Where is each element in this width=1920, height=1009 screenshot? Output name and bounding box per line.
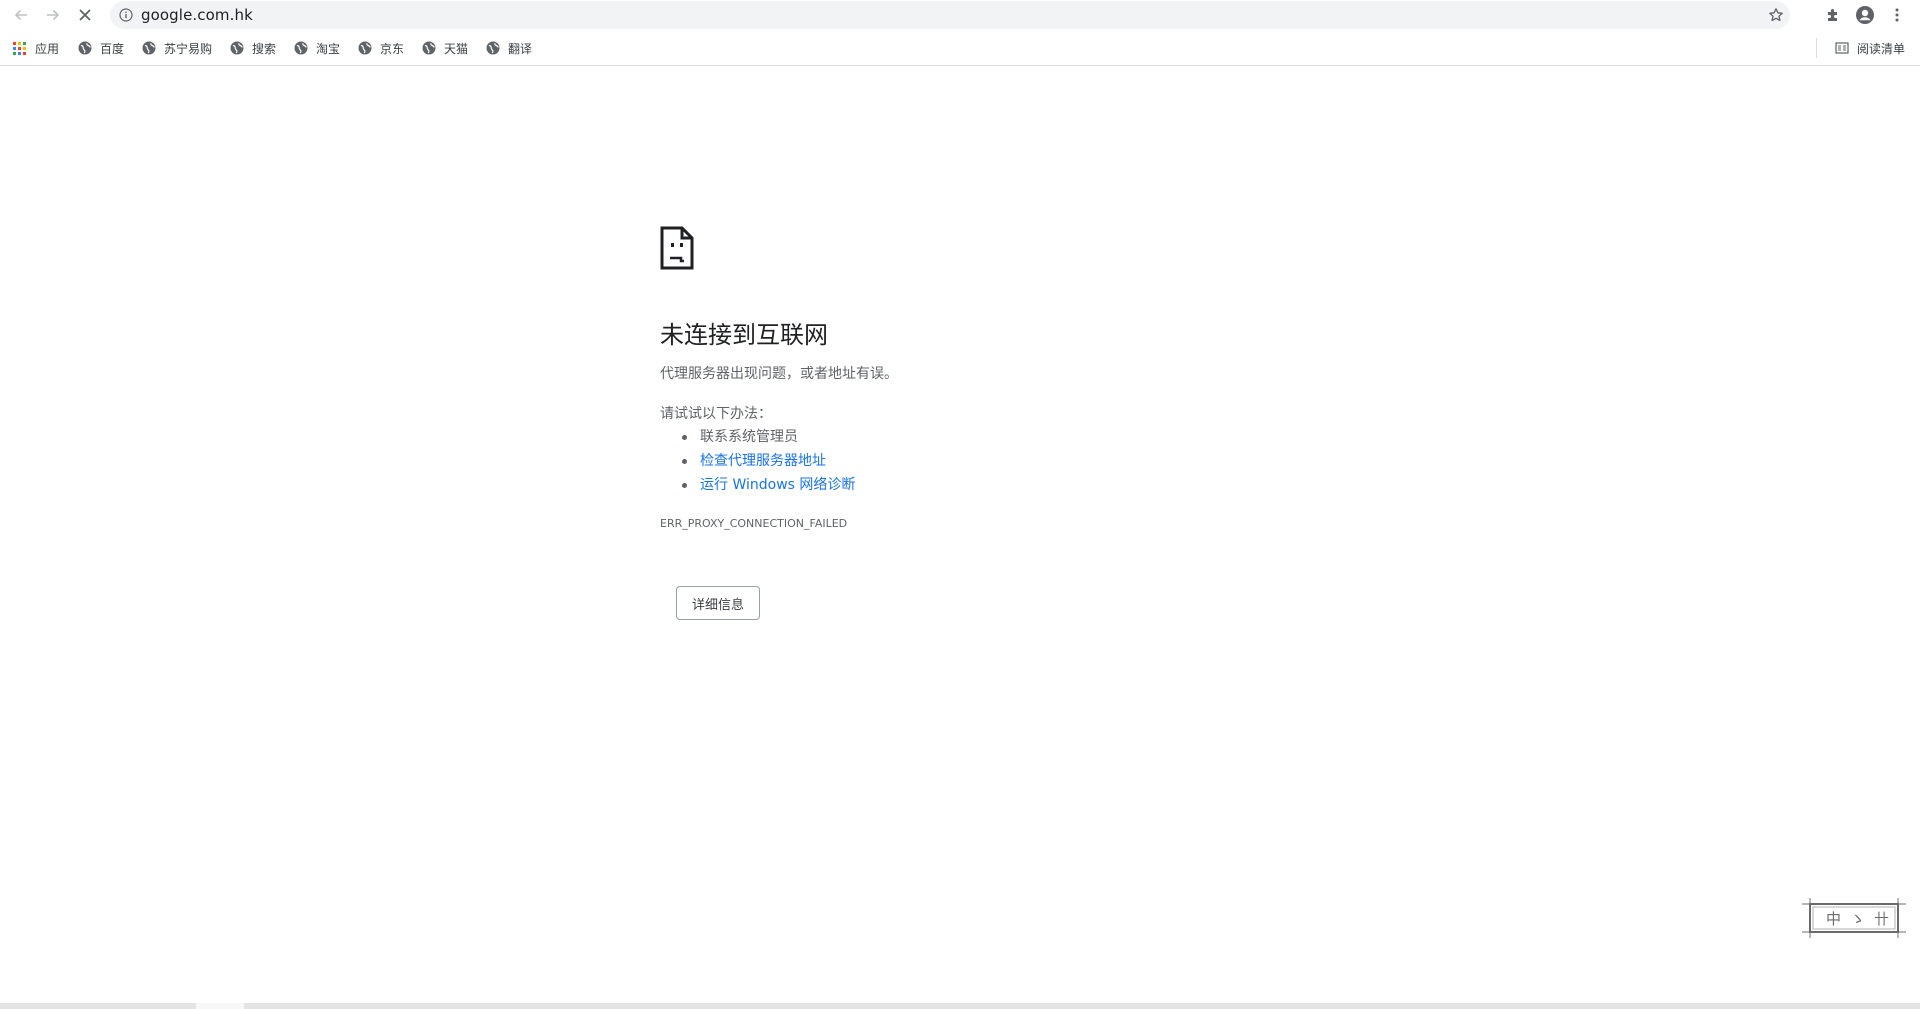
bookmark-translate[interactable]: 翻译 <box>486 38 532 58</box>
suggestion-check-proxy-link[interactable]: 检查代理服务器地址 <box>660 449 855 473</box>
bookmark-label: 京东 <box>380 41 405 56</box>
horizontal-scrollbar[interactable] <box>0 1003 1920 1009</box>
browser-menu-button[interactable] <box>1886 4 1908 26</box>
suggestion-contact-admin: 联系系统管理员 <box>660 425 855 449</box>
globe-icon <box>142 41 156 55</box>
reading-list-button[interactable]: 阅读清单 <box>1835 38 1905 58</box>
site-info-button[interactable] <box>118 7 134 23</box>
bookmark-label: 苏宁易购 <box>164 41 213 56</box>
bookmark-label: 天猫 <box>444 41 469 56</box>
bookmark-label: 翻译 <box>508 41 533 56</box>
arrow-right-icon <box>47 9 60 21</box>
avatar-icon <box>1856 6 1874 24</box>
bookmarks-divider <box>1816 38 1817 58</box>
globe-icon <box>358 41 372 55</box>
bookmark-suning[interactable]: 苏宁易购 <box>142 38 212 58</box>
bookmark-search[interactable]: 搜索 <box>230 38 276 58</box>
reading-list-icon <box>1835 41 1849 55</box>
bookmark-star-button[interactable] <box>1768 7 1784 23</box>
error-code: ERR_PROXY_CONNECTION_FAILED <box>660 517 848 530</box>
apps-grid-icon <box>13 41 26 55</box>
suggestions-list: 联系系统管理员 检查代理服务器地址 运行 Windows 网络诊断 <box>660 425 855 497</box>
bookmark-apps[interactable]: 应用 <box>13 38 59 58</box>
globe-icon <box>422 41 436 55</box>
close-icon <box>79 9 91 21</box>
error-title: 未连接到互联网 <box>660 321 828 349</box>
reading-list-label: 阅读清单 <box>1857 41 1906 56</box>
bookmark-label: 百度 <box>100 41 125 56</box>
forward-button[interactable] <box>42 4 64 26</box>
error-description: 代理服务器出现问题，或者地址有误。 <box>660 366 898 382</box>
bookmark-jd[interactable]: 京东 <box>358 38 404 58</box>
details-button[interactable]: 详细信息 <box>676 586 760 620</box>
suggestion-network-diagnostics-link[interactable]: 运行 Windows 网络诊断 <box>660 473 855 497</box>
suggestions-heading: 请试试以下办法： <box>660 406 772 422</box>
browser-toolbar: google.com.hk <box>0 0 1920 30</box>
ime-status-widget[interactable]: 中 ゝ 卄 <box>1800 896 1908 940</box>
globe-icon <box>486 41 500 55</box>
puzzle-icon <box>1828 9 1837 21</box>
globe-icon <box>78 41 92 55</box>
bookmark-label: 应用 <box>35 41 60 56</box>
stop-loading-button[interactable] <box>74 4 96 26</box>
back-button[interactable] <box>10 4 32 26</box>
ime-char-moon: ゝ <box>1850 910 1866 928</box>
bookmarks-bar: 应用 百度 苏宁易购 搜索 淘宝 京东 天猫 翻译 阅读清单 <box>0 31 1920 66</box>
extensions-button[interactable] <box>1822 4 1844 26</box>
bookmark-tmall[interactable]: 天猫 <box>422 38 468 58</box>
ime-char-settings: 卄 <box>1874 910 1890 928</box>
globe-icon <box>230 41 244 55</box>
bookmark-baidu[interactable]: 百度 <box>78 38 124 58</box>
address-bar[interactable]: google.com.hk <box>110 1 1790 29</box>
profile-button[interactable] <box>1854 4 1876 26</box>
scrollbar-thumb[interactable] <box>196 1003 244 1009</box>
bookmark-label: 淘宝 <box>316 41 341 56</box>
url-text[interactable]: google.com.hk <box>141 6 253 24</box>
ime-char-chinese: 中 <box>1826 910 1842 928</box>
info-icon <box>119 8 133 22</box>
star-icon <box>1769 8 1783 22</box>
more-vertical-icon <box>1895 8 1899 22</box>
sad-document-icon <box>660 226 694 270</box>
bookmark-label: 搜索 <box>252 41 277 56</box>
bookmark-taobao[interactable]: 淘宝 <box>294 38 340 58</box>
arrow-left-icon <box>14 9 27 21</box>
globe-icon <box>294 41 308 55</box>
